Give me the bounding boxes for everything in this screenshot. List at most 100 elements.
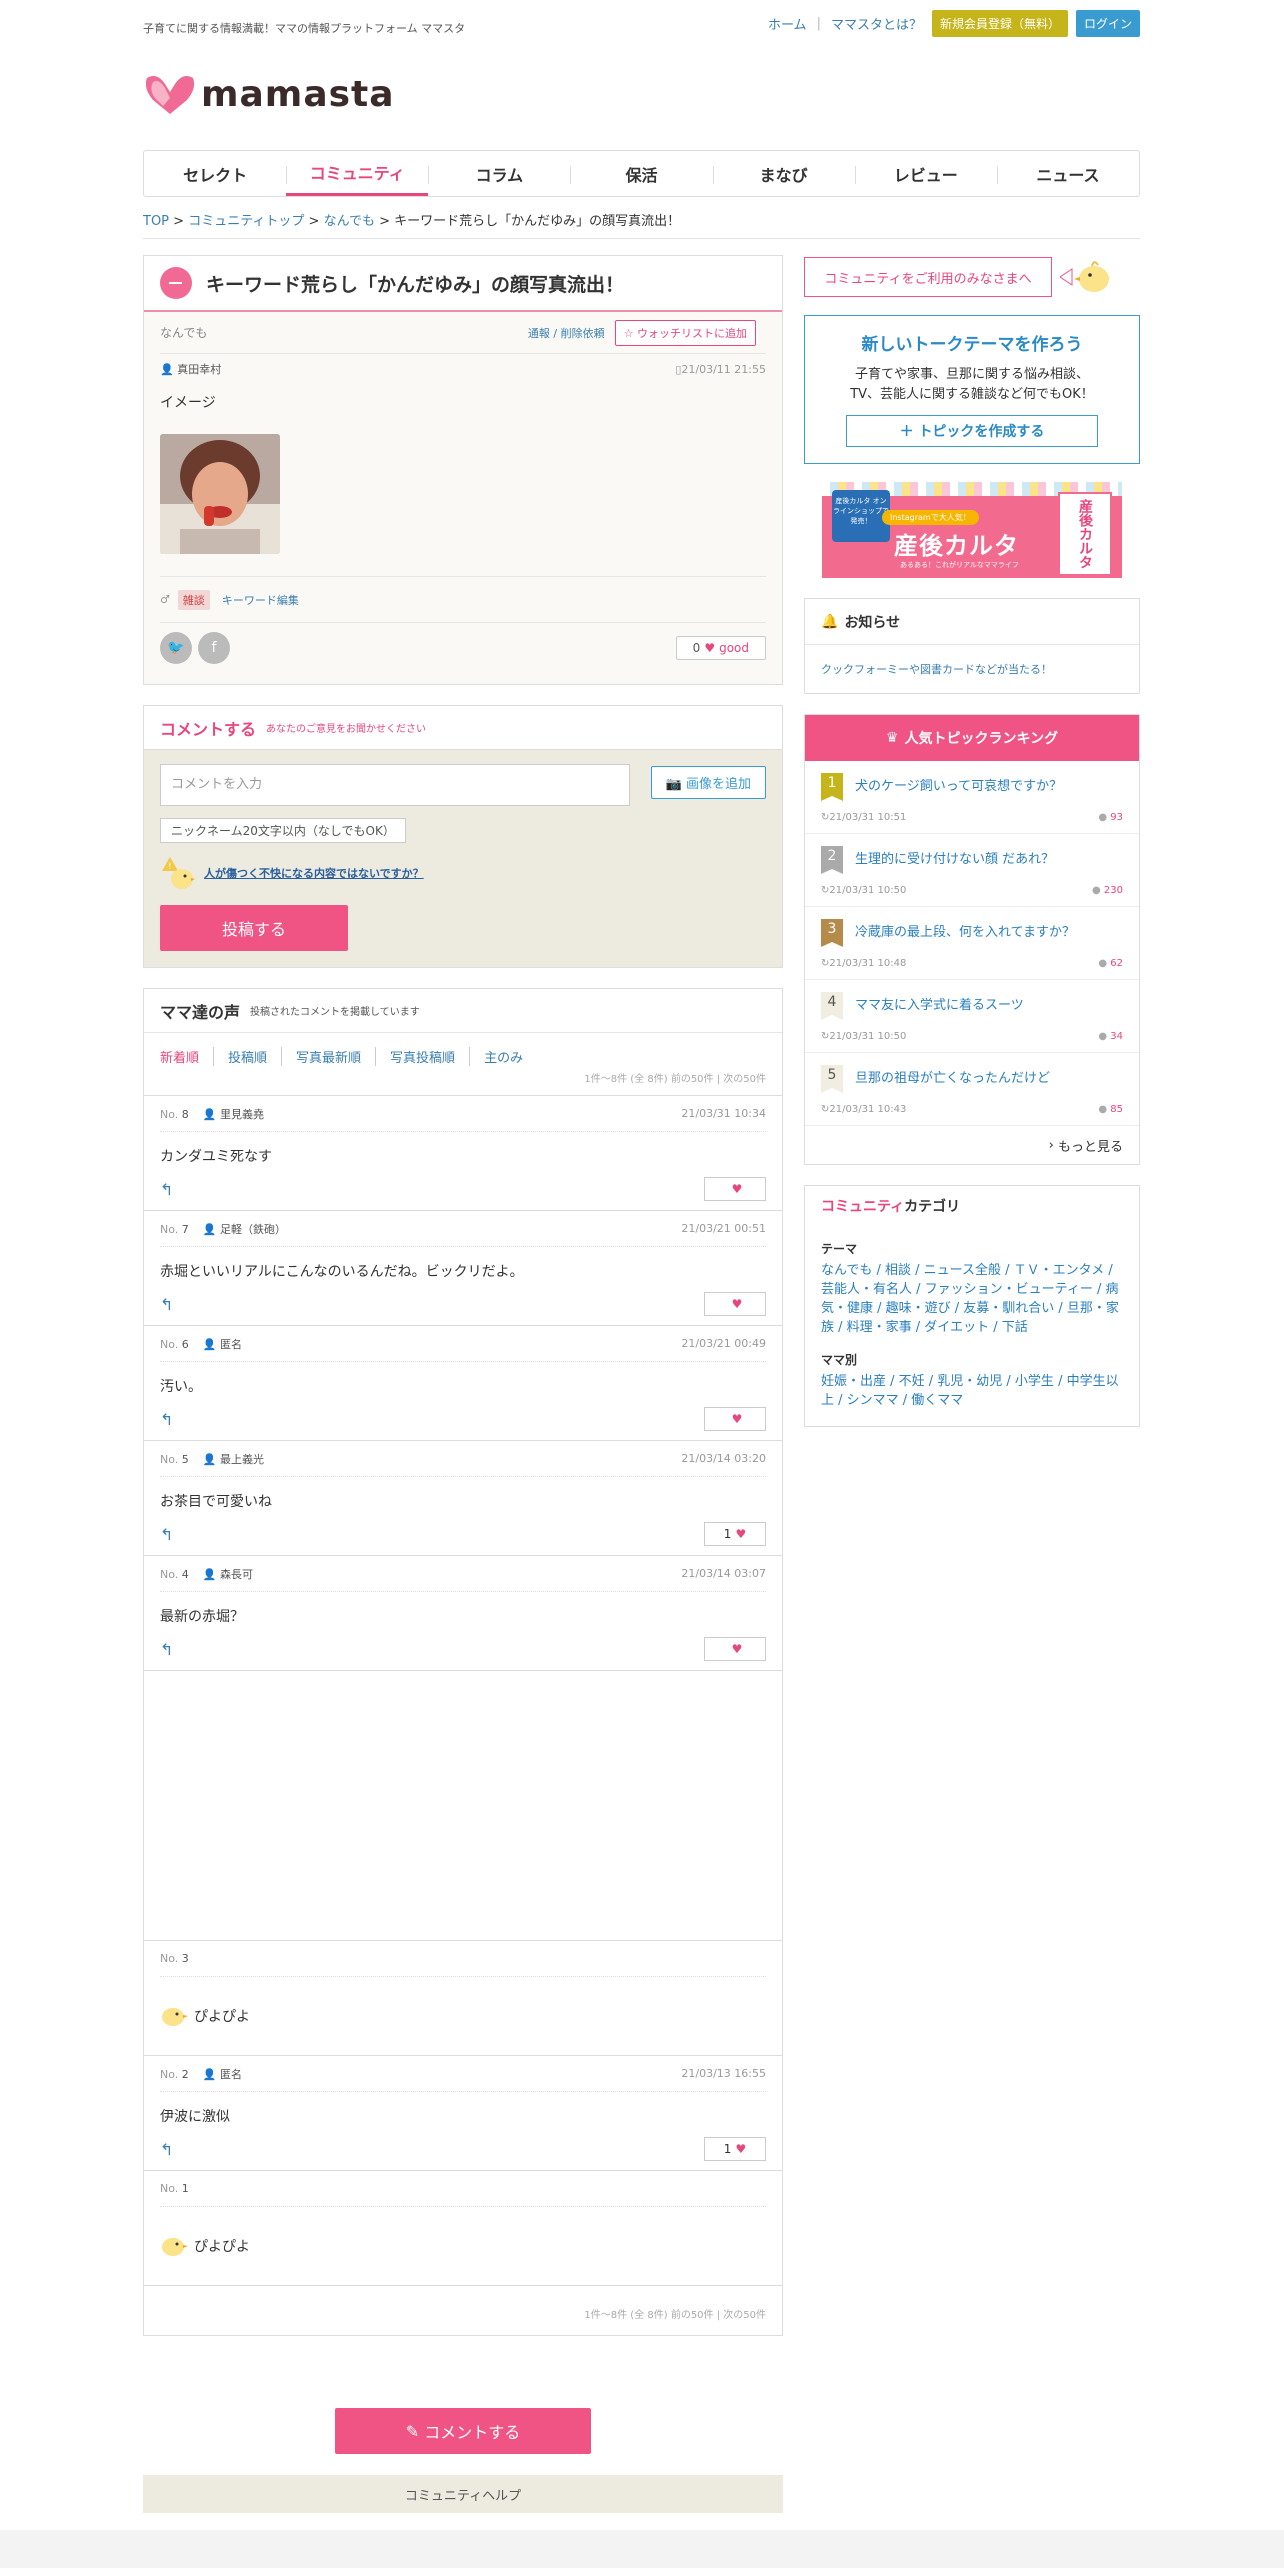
login-button[interactable]: ログイン xyxy=(1075,10,1140,37)
comment-bubble-icon: ● xyxy=(1091,885,1101,896)
reply-icon[interactable]: ↰ xyxy=(160,1410,173,1429)
sort-posted[interactable]: 投稿順 xyxy=(228,1047,283,1066)
banner-sub: あるある！これがリアルなママライフ xyxy=(900,560,1019,570)
bottom-comment-button[interactable]: ✎ コメントする xyxy=(335,2408,591,2454)
nav-column[interactable]: コラム xyxy=(428,151,570,196)
good-button[interactable]: 0 ♥ good xyxy=(675,635,766,660)
breadcrumb-community[interactable]: コミュニティトップ xyxy=(188,214,304,229)
comment-meta: No. 2 👤 匿名 xyxy=(160,2066,242,2082)
like-button[interactable]: ♥ xyxy=(704,1177,766,1201)
topic-date-text: 21/03/11 21:55 xyxy=(681,362,766,376)
topic-author: 👤 真田幸村 xyxy=(160,361,221,377)
comment-input[interactable]: コメントを入力 xyxy=(160,764,630,806)
ranking-item[interactable]: 3 冷蔵庫の最上段、何を入れてますか？ ↻21/03/31 10:48 ● 62 xyxy=(805,907,1139,980)
reply-icon[interactable]: ↰ xyxy=(160,1525,173,1544)
user-icon: 👤 xyxy=(202,1567,217,1581)
comment-no: 6 xyxy=(181,1337,189,1351)
comment-item-1: No. 1 ぴよぴよ xyxy=(144,2170,782,2285)
user-icon: 👤 xyxy=(160,363,174,376)
home-link[interactable]: ホーム xyxy=(768,14,807,33)
register-button[interactable]: 新規会員登録（無料） xyxy=(931,10,1068,37)
theme-label: テーマ xyxy=(821,1242,858,1256)
ranking-item[interactable]: 2 生理的に受け付けない顔 だあれ？ ↻21/03/31 10:50 ● 230 xyxy=(805,834,1139,907)
post-button[interactable]: 投稿する xyxy=(160,905,348,951)
ranking-more-link[interactable]: › もっと見る xyxy=(805,1126,1139,1164)
like-button[interactable]: ♥ xyxy=(704,1292,766,1316)
facebook-icon[interactable]: f xyxy=(198,631,230,664)
banner-ribbon: Instagramで大人気！ xyxy=(882,510,979,525)
watchlist-button[interactable]: ☆ ウォッチリストに追加 xyxy=(614,319,756,346)
topic-body: なんでも 通報 / 削除依頼 ☆ ウォッチリストに追加 👤 真田幸村 ▯21/0… xyxy=(144,312,782,684)
like-button[interactable]: ♥ xyxy=(704,1407,766,1431)
like-button[interactable]: ♥ xyxy=(704,1637,766,1661)
bottom-comment-label: コメントする xyxy=(424,2423,521,2442)
like-button[interactable]: 1 ♥ xyxy=(704,2137,766,2161)
comment-head: No. 3 xyxy=(160,1941,766,1977)
nav-community[interactable]: コミュニティ xyxy=(286,151,429,196)
about-link[interactable]: ママスタとは？ xyxy=(831,14,922,33)
nickname-input[interactable]: ニックネーム20文字以内（なしでもOK） xyxy=(160,818,406,843)
site-tagline: 子育てに関する情報満載！ママの情報プラットフォーム ママスタ xyxy=(143,22,466,35)
ranking-item[interactable]: 4 ママ友に入学式に着るスーツ ↻21/03/31 10:50 ● 34 xyxy=(805,980,1139,1053)
ranking-item[interactable]: 1 犬のケージ飼いって可哀想ですか？ ↻21/03/31 10:51 ● 93 xyxy=(805,761,1139,834)
comment-user: 足軽（鉄砲） xyxy=(219,1222,286,1236)
ranking-item[interactable]: 5 旦那の祖母が亡くなったんだけど ↻21/03/31 10:43 ● 85 xyxy=(805,1053,1139,1126)
theme-links[interactable]: なんでも / 相談 / ニュース全般 / ＴＶ・エンタメ / 芸能人・有名人 /… xyxy=(821,1261,1123,1337)
reply-icon[interactable]: ↰ xyxy=(160,1640,173,1659)
rank-badge: 4 xyxy=(821,992,843,1020)
pager-top[interactable]: 1件～8件 (全 8件) 前の50件 | 次の50件 xyxy=(144,1066,782,1095)
twitter-icon[interactable]: 🐦 xyxy=(160,631,192,664)
comment-head: No. 2 👤 匿名 21/03/13 16:55 xyxy=(160,2056,766,2092)
comment-item-3: No. 3 ぴよぴよ xyxy=(144,1940,782,2055)
pager-bottom[interactable]: 1件～8件 (全 8件) 前の50件 | 次の50件 xyxy=(144,2285,782,2335)
breadcrumb-category[interactable]: なんでも xyxy=(324,214,375,229)
comment-text: お茶目で可愛いね xyxy=(160,1494,272,1510)
breadcrumb: TOP > コミュニティトップ > なんでも > キーワード荒らし「かんだゆみ」… xyxy=(143,214,681,229)
like-button[interactable]: 1 ♥ xyxy=(704,1522,766,1546)
nav-review[interactable]: レビュー xyxy=(854,151,997,196)
rank-date-text: 21/03/31 10:50 xyxy=(829,885,907,896)
notice-link[interactable]: クックフォーミーや図書カードなどが当たる！ xyxy=(805,645,1139,693)
community-help-link[interactable]: コミュニティヘルプ xyxy=(143,2475,783,2513)
reply-icon[interactable]: ↰ xyxy=(160,2140,173,2159)
nav-select[interactable]: セレクト xyxy=(144,151,286,196)
topic-header: キーワード荒らし「かんだゆみ」の顔写真流出！ xyxy=(144,256,782,312)
heart-icon: ♥ xyxy=(731,1642,743,1656)
rank-title: ママ友に入学式に着るスーツ xyxy=(855,998,1024,1013)
comment-footer: ↰ ♥ xyxy=(160,1168,766,1210)
warning-link[interactable]: 人が傷つく不快になる内容ではないですか？ xyxy=(204,865,424,881)
nav-hokatsu[interactable]: 保活 xyxy=(570,151,712,196)
sort-photo-newest[interactable]: 写真最新順 xyxy=(296,1047,377,1066)
tag-edit-link[interactable]: キーワード編集 xyxy=(222,592,299,608)
breadcrumb-top[interactable]: TOP xyxy=(143,214,169,229)
rank-date-text: 21/03/31 10:48 xyxy=(829,958,907,969)
create-topic-button[interactable]: ＋ トピックを作成する xyxy=(846,415,1098,447)
top-links: ホーム | ママスタとは？ 新規会員登録（無料） ログイン xyxy=(768,10,1140,37)
reply-icon[interactable]: ↰ xyxy=(160,1295,173,1314)
comment-date: 21/03/21 00:49 xyxy=(681,1337,766,1350)
nav-manabi[interactable]: まなび xyxy=(712,151,855,196)
new-topic-desc: 子育てや家事、旦那に関する悩み相談、 TV、芸能人に関する雑談など何でもOK！ xyxy=(819,365,1125,405)
topic-tag[interactable]: 雑談 xyxy=(177,589,210,610)
no-label: No. xyxy=(160,1952,179,1965)
add-image-button[interactable]: 📷 画像を追加 xyxy=(650,766,766,799)
warning-row: ! 人が傷つく不快になる内容ではないですか？ xyxy=(160,855,766,891)
sort-newest[interactable]: 新着順 xyxy=(160,1047,215,1066)
reply-icon[interactable]: ↰ xyxy=(160,1180,173,1199)
ad-banner[interactable]: 産後カルタ オンラインショップで 発売！ Instagramで大人気！ 産後カル… xyxy=(822,482,1122,578)
ranking-header: ♛ 人気トピックランキング xyxy=(805,715,1139,761)
comment-head: No. 6 👤 匿名 21/03/21 00:49 xyxy=(160,1326,766,1362)
topic-photo[interactable] xyxy=(160,434,280,554)
share-row: 🐦 f 0 ♥ good xyxy=(160,622,766,672)
welcome-link[interactable]: コミュニティをご利用のみなさまへ xyxy=(804,257,1052,297)
new-topic-desc-line2: TV、芸能人に関する雑談など何でもOK！ xyxy=(850,387,1094,402)
topic-actions: 通報 / 削除依頼 ☆ ウォッチリストに追加 xyxy=(528,319,766,346)
sort-owner-only[interactable]: 主のみ xyxy=(484,1047,537,1066)
sort-photo-posted[interactable]: 写真投稿順 xyxy=(390,1047,471,1066)
mama-links[interactable]: 妊娠・出産 / 不妊 / 乳児・幼児 / 小学生 / 中学生以上 / シンママ … xyxy=(821,1372,1123,1410)
report-link[interactable]: 通報 / 削除依頼 xyxy=(528,325,605,341)
comment-bubble-icon: ● xyxy=(1098,1104,1108,1115)
topic-author-row: 👤 真田幸村 ▯21/03/11 21:55 xyxy=(160,354,766,384)
nav-news[interactable]: ニュース xyxy=(996,151,1139,196)
site-logo[interactable]: mamasta xyxy=(143,72,395,116)
